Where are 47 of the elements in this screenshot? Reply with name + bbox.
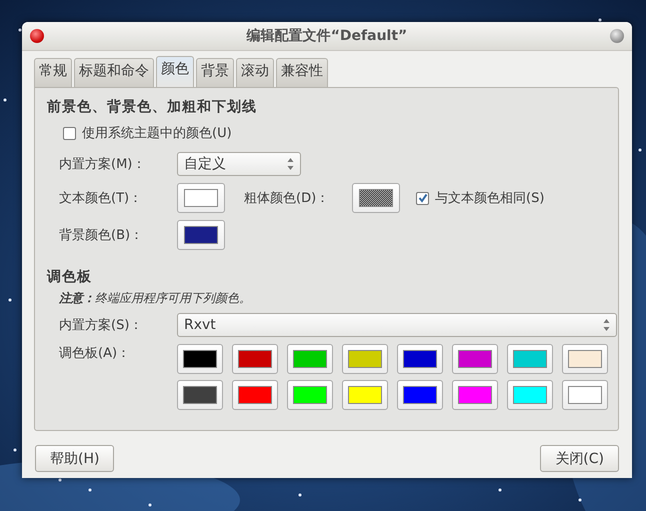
field-label: 内置方案(S)： bbox=[59, 317, 144, 334]
field-label: 背景颜色(B)： bbox=[59, 227, 144, 244]
tab[interactable]: 滚动 bbox=[236, 58, 274, 87]
tab[interactable]: 标题和命令 bbox=[74, 58, 154, 87]
checkbox-label: 使用系统主题中的颜色(U) bbox=[82, 125, 232, 142]
palette-color-button[interactable] bbox=[232, 380, 278, 410]
palette-color-button[interactable] bbox=[397, 380, 443, 410]
field-label: 内置方案(M)： bbox=[59, 156, 146, 173]
palette-color-button[interactable] bbox=[232, 344, 278, 374]
palette-color-button[interactable] bbox=[562, 380, 608, 410]
palette-color-button[interactable] bbox=[342, 380, 388, 410]
tab[interactable]: 兼容性 bbox=[276, 58, 328, 87]
spinner-arrows-icon bbox=[603, 318, 610, 332]
maximize-button[interactable] bbox=[610, 29, 624, 43]
dialog-button[interactable]: 帮助(H) bbox=[35, 445, 114, 472]
tab[interactable]: 颜色 bbox=[156, 56, 194, 87]
palette-color-button[interactable] bbox=[562, 344, 608, 374]
palette-color-button[interactable] bbox=[342, 344, 388, 374]
text-color-button[interactable] bbox=[177, 183, 225, 213]
palette-color-button[interactable] bbox=[452, 380, 498, 410]
scheme-dropdown[interactable]: 自定义 bbox=[177, 152, 301, 176]
palette-color-button[interactable] bbox=[177, 380, 223, 410]
palette-color-button[interactable] bbox=[507, 344, 553, 374]
tab[interactable]: 背景 bbox=[196, 58, 234, 87]
window-title: 编辑配置文件“Default” bbox=[245, 27, 408, 45]
palette-color-button[interactable] bbox=[397, 344, 443, 374]
section-heading: 调色板 bbox=[47, 268, 93, 287]
palette-color-button[interactable] bbox=[287, 344, 333, 374]
palette-color-button[interactable] bbox=[287, 380, 333, 410]
spinner-arrows-icon bbox=[287, 157, 294, 171]
field-label: 调色板(A)： bbox=[59, 345, 132, 362]
palette-color-button[interactable] bbox=[507, 380, 553, 410]
field-label: 粗体颜色(D)： bbox=[244, 190, 330, 207]
tab[interactable]: 常规 bbox=[34, 58, 72, 87]
note-text: 注意：终端应用程序可用下列颜色。 bbox=[59, 290, 252, 307]
checkbox[interactable] bbox=[416, 192, 429, 204]
palette-color-button[interactable] bbox=[452, 344, 498, 374]
palette-color-button[interactable] bbox=[177, 344, 223, 374]
checkbox-label: 与文本颜色相同(S) bbox=[435, 190, 544, 207]
bold-color-button[interactable] bbox=[352, 183, 400, 213]
checkbox[interactable] bbox=[63, 126, 76, 140]
dialog-button[interactable]: 关闭(C) bbox=[540, 445, 619, 472]
field-label: 文本颜色(T)： bbox=[59, 190, 144, 207]
close-button[interactable] bbox=[30, 29, 44, 43]
section-heading: 前景色、背景色、加粗和下划线 bbox=[47, 98, 258, 117]
scheme-dropdown[interactable]: Rxvt bbox=[177, 313, 617, 337]
background-color-button[interactable] bbox=[177, 220, 225, 250]
